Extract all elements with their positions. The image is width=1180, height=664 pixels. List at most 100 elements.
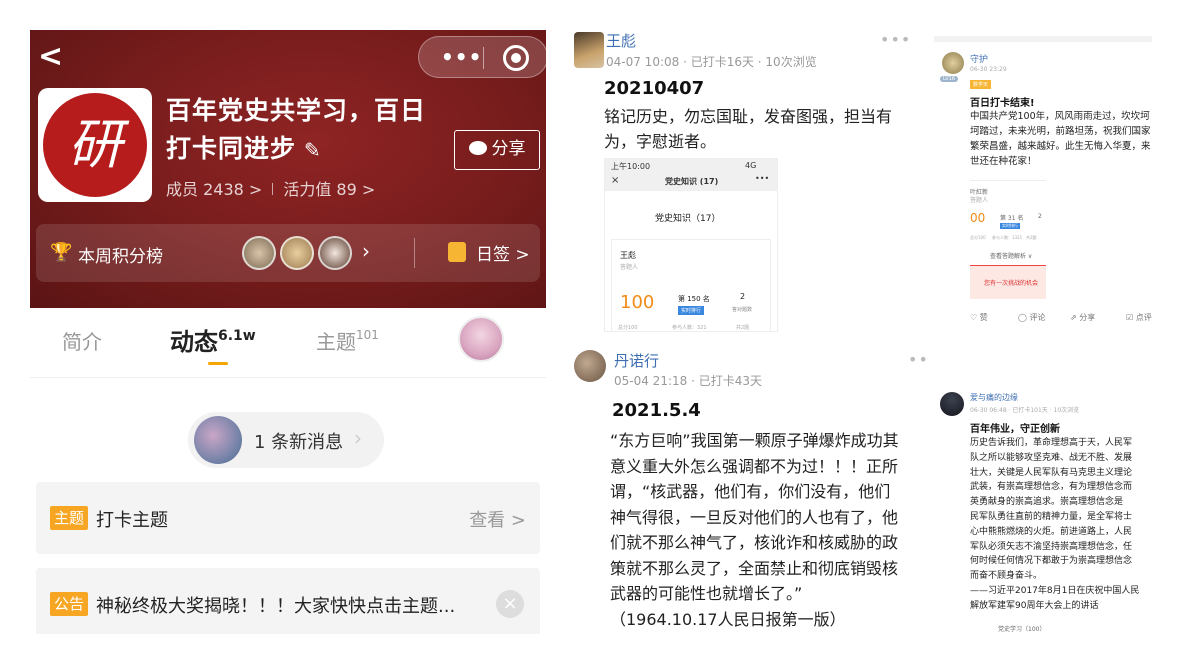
- post-body-line: 铭记历史，勿忘国耻，发奋图强，担当有: [604, 107, 893, 126]
- review-label: 点评: [1135, 313, 1152, 322]
- post-body: 历史告诉我们，革命理想高于天，人民军 队之所以能够攻坚克难、战无不胜、发展 壮大…: [970, 436, 1139, 614]
- post-author[interactable]: 守护: [970, 52, 988, 65]
- post-meta: 04-07 10:08 · 已打卡16天 · 10次浏览: [606, 55, 817, 69]
- post-body-line: ——习近平2017年8月1日在庆祝中国人民: [970, 585, 1140, 596]
- quiz-user-role: 答题人: [620, 264, 639, 271]
- post-body-line: 世还在种花家！: [970, 156, 1037, 167]
- attachment-title: 党史学习（100）: [998, 626, 1046, 633]
- weekly-rank-label: 本周积分榜: [78, 247, 163, 267]
- tab-feed[interactable]: 动态6.1w: [170, 322, 256, 357]
- more-options-icon[interactable]: •••: [908, 350, 928, 369]
- post-body-line: 为，字慰逝者。: [604, 132, 717, 151]
- post-tag: 数学天: [970, 80, 992, 89]
- post-body-line: 壮大，关键是人民军队有马克思主义理论: [970, 467, 1133, 478]
- retry-banner: 您有一次挑战的机会: [970, 265, 1046, 299]
- post-body-line: 军队必须矢志不渝坚持崇高理想信念，任: [970, 541, 1133, 552]
- share-button[interactable]: 分享: [454, 130, 540, 170]
- quiz-heading: 党史知识（17）: [655, 214, 721, 224]
- like-button[interactable]: ♡ 赞: [970, 312, 988, 323]
- user-avatar[interactable]: [458, 316, 504, 362]
- view-topic-link[interactable]: 查看 >: [469, 506, 526, 532]
- tab-intro-label: 简介: [62, 330, 102, 354]
- tab-topics[interactable]: 主题101: [316, 326, 379, 355]
- edit-pen-icon[interactable]: ✎: [304, 131, 322, 169]
- post-body-line: 解放军建军90周年大会上的讲话: [970, 600, 1099, 611]
- quiz-rank-button: 实时排行: [678, 306, 705, 315]
- review-button[interactable]: ☑ 点评: [1126, 312, 1152, 323]
- notice-text: 神秘终极大奖揭晓！！！大家快快点击主题...: [96, 596, 456, 617]
- quiz-foot: 参与人数：1321: [992, 235, 1023, 240]
- group-stats: 成员 2438 > 活力值 89 >: [166, 176, 375, 200]
- new-message-pill[interactable]: 1 条新消息 ›: [188, 412, 384, 468]
- post-body-line: 坷踏过，未来光明，前路坦荡，祝我们国家: [970, 126, 1151, 137]
- share-button[interactable]: ⇗ 分享: [1070, 312, 1095, 323]
- chevron-right-icon: ›: [362, 239, 370, 263]
- quiz-screenshot[interactable]: 上午10:00 4G × 党史知识 (17) ••• 党史知识（17） 王彪 答…: [604, 158, 778, 332]
- notice-badge: 公告: [50, 592, 89, 616]
- post-title: 百年伟业，守正创新: [970, 424, 1060, 435]
- more-options-icon[interactable]: •••: [441, 45, 482, 69]
- quiz-screenshot-mini[interactable]: 叶紅新 答题人 00 第 31 名 实时排行 2 总分100 参与人数：1321…: [970, 180, 1046, 300]
- quiz-count: 2: [1038, 213, 1042, 220]
- group-logo: 研: [38, 88, 152, 202]
- author-avatar[interactable]: [574, 32, 604, 68]
- daily-sign-link[interactable]: 日签 >: [476, 240, 530, 265]
- quiz-foot: 共2题: [736, 325, 750, 331]
- post-body-line: 意义重大外怎么强调都不为过！！！正所: [610, 456, 899, 476]
- stats-divider: [272, 183, 274, 195]
- screenshot-top-bar: 上午10:00 4G × 党史知识 (17) •••: [605, 159, 777, 191]
- members-link[interactable]: 成员 2438 >: [166, 180, 262, 199]
- back-arrow-icon[interactable]: <: [38, 42, 63, 72]
- post-body-line: 何时候任何情况下都敢于为崇高理想信念: [970, 556, 1133, 567]
- post-body-line: 谓，“核武器，他们有，你们没有，他们: [610, 482, 891, 501]
- post-body-line: 武器的可能性也就增长了。”: [610, 584, 803, 603]
- author-avatar[interactable]: [574, 350, 606, 382]
- quiz-count-label: 答对题数: [732, 307, 753, 313]
- quiz-rank-button: 实时排行: [1000, 223, 1020, 229]
- quiz-score: 00: [970, 211, 986, 225]
- wechat-icon: [468, 141, 487, 155]
- comment-button[interactable]: ◯ 评论: [1018, 312, 1046, 323]
- group-title-text: 百年党史共学习，百日打卡同进步: [166, 96, 427, 163]
- post-author[interactable]: 丹诺行: [614, 350, 659, 371]
- feed-panel: 王彪 04-07 10:08 · 已打卡16天 · 10次浏览 ••• 2021…: [574, 26, 928, 638]
- group-home-panel: < ••• 研 百年党史共学习，百日打卡同进步 ✎ 成员 2438 > 活力值 89…: [30, 30, 546, 634]
- tab-topics-label: 主题: [316, 330, 356, 354]
- daily-sign-icon: [448, 242, 466, 262]
- more-options-icon: •••: [755, 174, 770, 183]
- analysis-select: 查看答题解析 ∨: [990, 253, 1033, 260]
- tab-intro[interactable]: 简介: [62, 326, 102, 355]
- screenshot-nav-title: 党史知识 (17): [665, 177, 719, 186]
- rank-avatar-1: [242, 236, 276, 270]
- feed-panel-small: LV16 守护 06-30 23:29 数学天 百日打卡结束! 中国共产党100…: [934, 36, 1152, 646]
- post-body: 中国共产党100年，风风雨雨走过，坎坎坷 坷踏过，未来光明，前路坦荡，祝我们国家…: [970, 109, 1151, 169]
- post-actions: ♡ 赞 ◯ 评论 ⇗ 分享 ☑ 点评: [970, 312, 1152, 326]
- group-header: < ••• 研 百年党史共学习，百日打卡同进步 ✎ 成员 2438 > 活力值 89…: [30, 30, 546, 308]
- notice-card[interactable]: 公告 神秘终极大奖揭晓！！！大家快快点击主题... ×: [36, 568, 540, 634]
- post-body-line: 武装，有崇高理想信念，有为理想信念而: [970, 482, 1133, 493]
- author-avatar[interactable]: [942, 52, 964, 74]
- post-author[interactable]: 爱与痛的边缘: [970, 392, 1018, 403]
- comment-label: 评论: [1029, 313, 1046, 322]
- tab-feed-count: 6.1w: [218, 328, 256, 344]
- quiz-foot: 参与人数：321: [672, 325, 707, 331]
- post-meta: 05-04 21:18 · 已打卡43天: [614, 374, 762, 388]
- post-author[interactable]: 王彪: [606, 30, 636, 51]
- author-avatar[interactable]: [940, 392, 964, 416]
- mini-program-capsule: •••: [418, 36, 546, 78]
- weekly-rank-bar[interactable]: 🏆 本周积分榜 › 日签 >: [36, 224, 540, 282]
- tab-topics-count: 101: [356, 328, 379, 342]
- post-meta: 06-30 23:29: [970, 66, 1007, 73]
- post-title: 百日打卡结束!: [970, 98, 1035, 109]
- close-icon[interactable]: ×: [496, 590, 524, 618]
- post-meta: 06-30 06:48 · 已打卡101天 · 10次浏览: [970, 407, 1080, 414]
- post-body-line: 历史告诉我们，革命理想高于天，人民军: [970, 438, 1133, 448]
- more-options-icon[interactable]: •••: [880, 30, 911, 49]
- capsule-divider: [483, 47, 484, 69]
- tab-feed-label: 动态: [170, 328, 218, 356]
- topic-card[interactable]: 主题 打卡主题 查看 >: [36, 482, 540, 554]
- activity-link[interactable]: 活力值 89 >: [283, 180, 375, 199]
- close-program-icon[interactable]: [503, 45, 529, 71]
- post-body-line: 们就不那么神气了，核讹诈和核威胁的政: [610, 533, 899, 552]
- quiz-rank: 第 31 名: [1000, 215, 1024, 222]
